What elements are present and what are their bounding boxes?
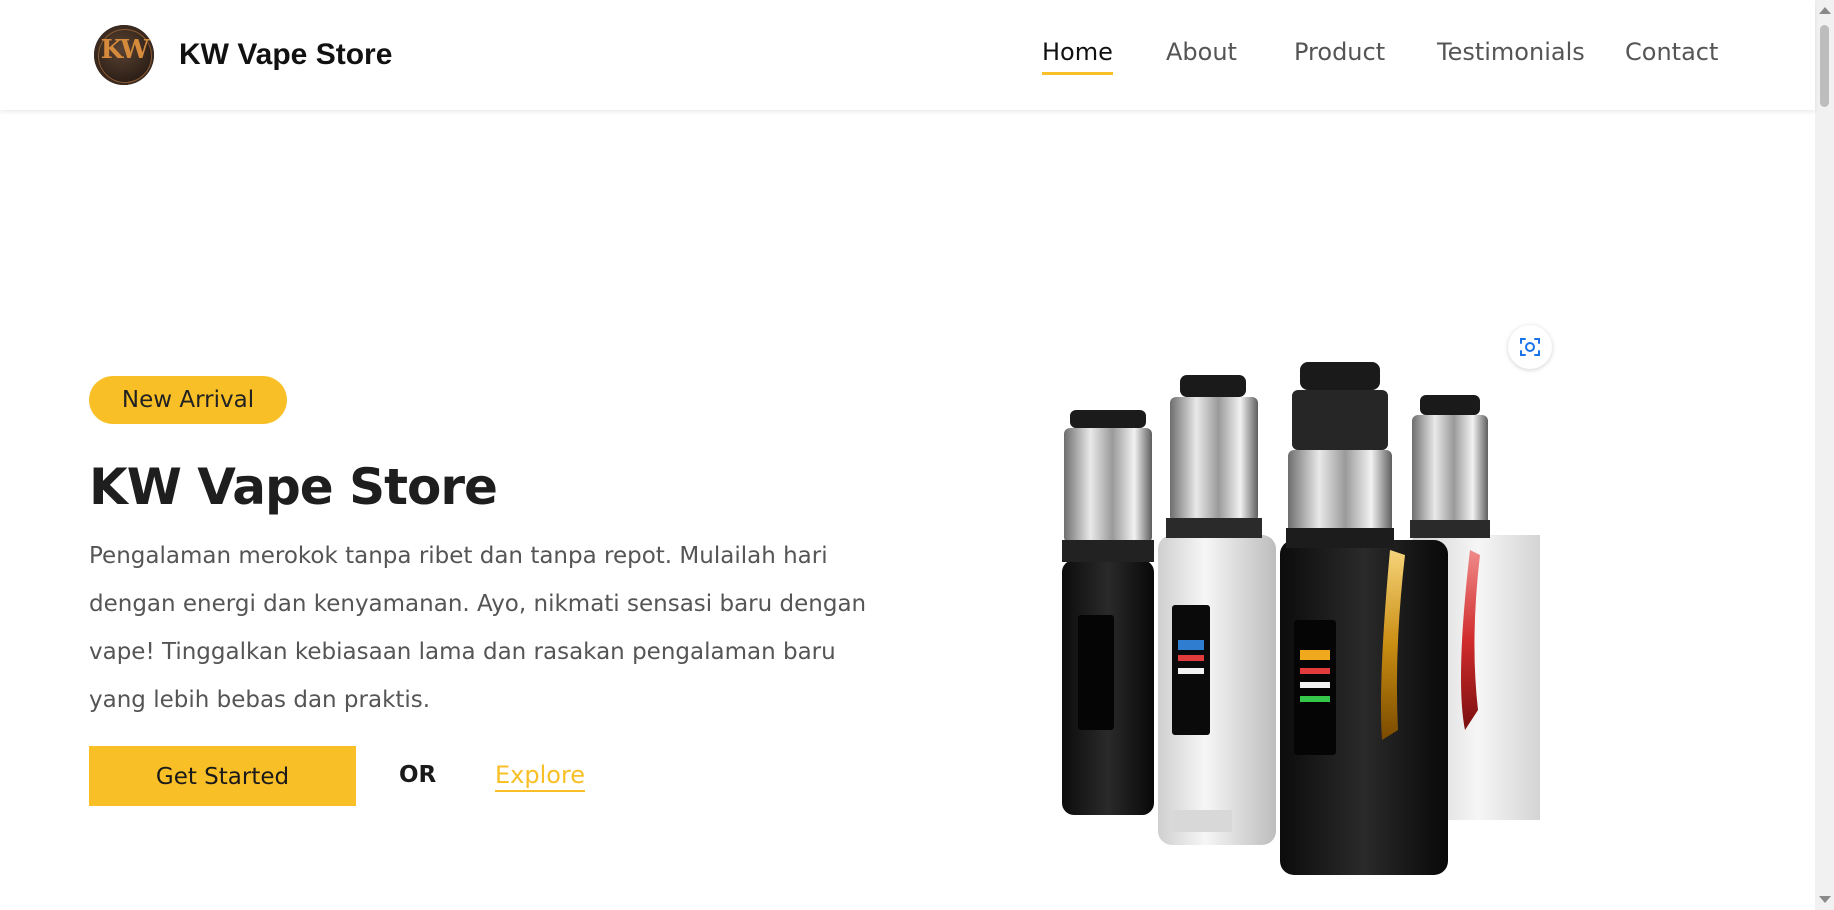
explore-link[interactable]: Explore: [495, 761, 586, 792]
site-header: KW KW Vape Store Home About Product Test…: [0, 0, 1815, 110]
logo[interactable]: KW: [94, 25, 154, 85]
nav-product[interactable]: Product: [1294, 38, 1385, 66]
mod-black-back: [1062, 410, 1154, 815]
nav-contact[interactable]: Contact: [1625, 38, 1718, 66]
nav-home[interactable]: Home: [1042, 38, 1113, 75]
mod-white-front: [1158, 375, 1276, 845]
brand-name[interactable]: KW Vape Store: [179, 38, 392, 72]
hero-description: Pengalaman merokok tanpa ribet dan tanpa…: [89, 543, 867, 713]
hero-title: KW Vape Store: [89, 458, 498, 516]
or-separator: OR: [399, 762, 437, 788]
nav-testimonials[interactable]: Testimonials: [1437, 38, 1585, 66]
get-started-button[interactable]: Get Started: [89, 746, 356, 806]
scroll-thumb[interactable]: [1820, 25, 1829, 107]
logo-text: KW: [100, 35, 150, 65]
new-arrival-badge: New Arrival: [89, 376, 287, 424]
nav-about[interactable]: About: [1166, 38, 1237, 66]
vape-mods-image: [1062, 362, 1540, 875]
scroll-down-arrow-icon[interactable]: [1819, 896, 1831, 903]
page-scrollbar[interactable]: [1815, 0, 1834, 910]
scroll-up-arrow-icon[interactable]: [1819, 7, 1831, 14]
